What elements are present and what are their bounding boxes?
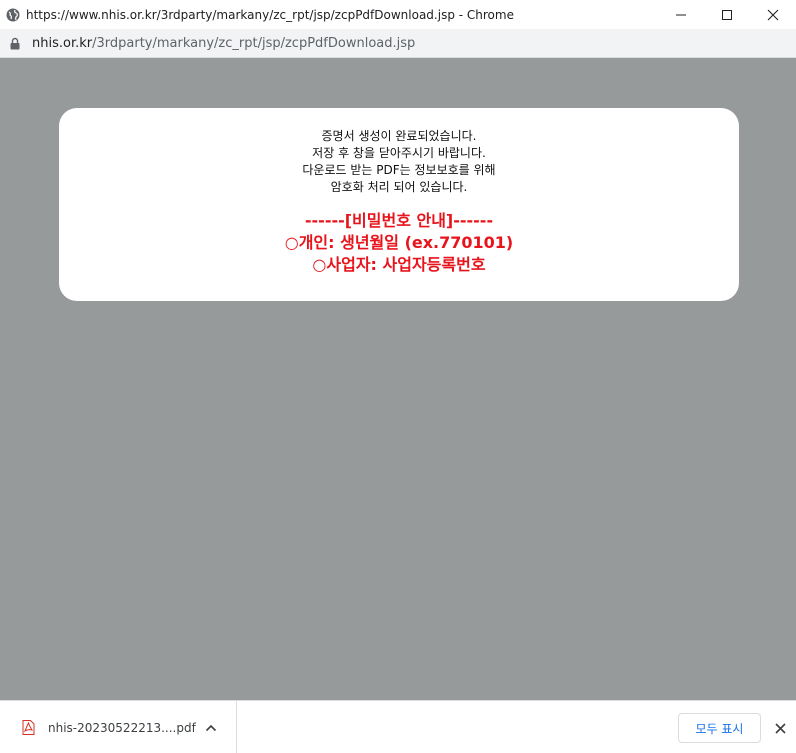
url-domain: nhis.or.kr (32, 35, 93, 51)
notice-line: 증명서 생성이 완료되었습니다. (321, 129, 477, 143)
minimize-button[interactable] (658, 0, 704, 29)
close-icon (774, 722, 786, 734)
url-path: /3rdparty/markany/zc_rpt/jsp/zcpPdfDownl… (92, 35, 416, 51)
minimize-icon (676, 14, 686, 15)
maximize-button[interactable] (704, 0, 750, 29)
window-titlebar: https://www.nhis.or.kr/3rdparty/markany/… (0, 0, 796, 29)
password-business: ○사업자: 사업자등록번호 (312, 255, 486, 274)
maximize-icon (722, 9, 732, 20)
address-bar[interactable]: nhis.or.kr/3rdparty/markany/zc_rpt/jsp/z… (0, 29, 796, 58)
close-icon (767, 9, 779, 20)
download-item[interactable]: nhis-20230522213....pdf (0, 701, 237, 753)
download-file-name[interactable]: nhis-20230522213....pdf (48, 721, 196, 735)
notice-dialog: 증명서 생성이 완료되었습니다. 저장 후 창을 닫아주시기 바랍니다. 다운로… (59, 108, 739, 301)
show-all-button[interactable]: 모두 표시 (678, 713, 761, 743)
close-shelf-button[interactable] (773, 721, 787, 735)
window-title: https://www.nhis.or.kr/3rdparty/markany/… (26, 7, 514, 22)
notice-message: 증명서 생성이 완료되었습니다. 저장 후 창을 닫아주시기 바랍니다. 다운로… (59, 128, 739, 196)
chevron-up-icon[interactable] (204, 721, 218, 735)
notice-line: 암호화 처리 되어 있습니다. (330, 180, 468, 194)
notice-line: 저장 후 창을 닫아주시기 바랍니다. (312, 146, 486, 160)
page-content: 증명서 생성이 완료되었습니다. 저장 후 창을 닫아주시기 바랍니다. 다운로… (0, 58, 796, 700)
close-window-button[interactable] (750, 0, 796, 29)
url-text[interactable]: nhis.or.kr/3rdparty/markany/zc_rpt/jsp/z… (32, 36, 415, 51)
globe-icon (5, 7, 21, 23)
notice-line: 다운로드 받는 PDF는 정보보호를 위해 (302, 163, 496, 177)
window-controls (658, 0, 796, 29)
password-guide: ------[비밀번호 안내]------ ○개인: 생년월일 (ex.7701… (59, 210, 739, 276)
password-personal: ○개인: 생년월일 (ex.770101) (284, 233, 514, 252)
pdf-icon (21, 720, 35, 736)
password-header: ------[비밀번호 안내]------ (304, 211, 494, 230)
lock-icon[interactable] (9, 36, 21, 50)
download-shelf: nhis-20230522213....pdf 모두 표시 (0, 700, 796, 753)
